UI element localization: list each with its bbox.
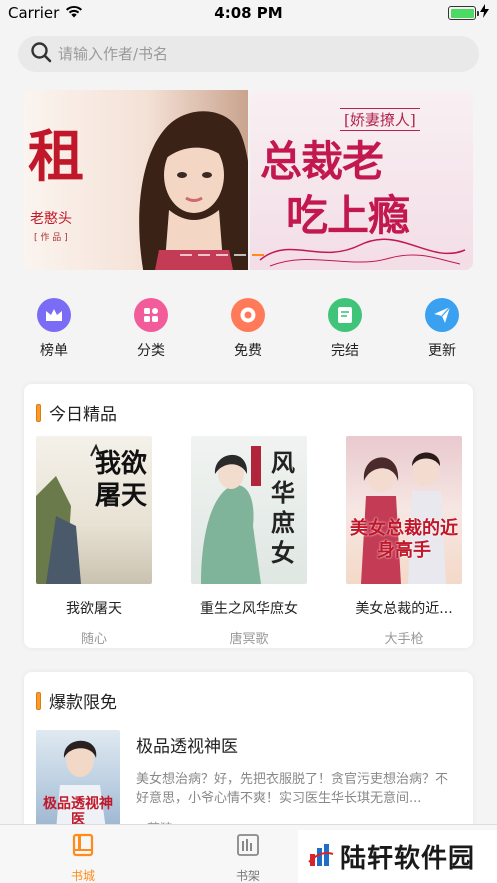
- book-author: 唐冥歌: [229, 632, 269, 647]
- tab-label: 书城: [70, 869, 95, 883]
- section-header: 爆款限免: [36, 688, 117, 713]
- book-title: 重生之风华庶女: [200, 601, 298, 617]
- book-description: 美女想治病？好，先把衣服脱了！贪官污吏想治病？不好意思，小爷心情不爽！实习医生华…: [136, 772, 449, 806]
- watermark: 陆轩软件园: [298, 830, 497, 883]
- carrier-label: Carrier: [8, 4, 60, 22]
- watermark-logo-icon: [308, 842, 334, 872]
- category-label: 免费: [234, 343, 262, 359]
- book-title: 美女总裁的近...: [355, 601, 453, 617]
- section-accent-bar: [36, 403, 41, 422]
- cover-2-title: 风华庶女: [271, 448, 295, 567]
- watermark-text: 陆轩软件园: [340, 844, 476, 874]
- banner-1-illustration: [139, 111, 248, 270]
- category-genres[interactable]: 分类: [121, 298, 181, 360]
- book-cover: 美女总裁的近身高手: [346, 436, 462, 584]
- status-bar: Carrier 4:08 PM: [0, 0, 497, 26]
- daily-picks-section: 今日精品 我欲屠天 我欲屠天 随心 风华庶女 重生之风华庶女 唐冥歌 美女总裁的…: [24, 384, 473, 648]
- banner-1-works: [ 作 品 ]: [34, 233, 68, 243]
- category-finished[interactable]: 完结: [315, 298, 375, 360]
- banner-1-author: 老憨头: [30, 211, 72, 227]
- page-dot: [234, 254, 246, 256]
- category-nav: 榜单 分类 免费 完结 更新: [0, 298, 497, 364]
- page-dot: [216, 254, 228, 256]
- bookshelf-icon: [236, 833, 260, 861]
- tab-bookshelf[interactable]: 书架: [208, 833, 288, 883]
- book-item[interactable]: 美女总裁的近身高手 美女总裁的近... 大手枪: [346, 436, 462, 647]
- coin-icon: [231, 298, 265, 332]
- category-label: 完结: [331, 343, 359, 359]
- banner-1-title: 租: [28, 124, 84, 190]
- category-updates[interactable]: 更新: [412, 298, 472, 360]
- battery-icon: [448, 6, 479, 20]
- section-accent-bar: [36, 691, 41, 710]
- banner-page-indicator: [180, 254, 264, 256]
- cover-3-title: 美女总裁的近身高手: [350, 518, 458, 561]
- wifi-icon: [65, 4, 83, 22]
- book-author: 随心: [80, 632, 107, 647]
- free-book-item[interactable]: 极品透视神医 极品透视神医 美女想治病？好，先把衣服脱了！贪官污吏想治病？不好意…: [36, 730, 461, 837]
- document-icon: [328, 298, 362, 332]
- category-free[interactable]: 免费: [218, 298, 278, 360]
- book-cover: 极品透视神医: [36, 730, 120, 830]
- category-label: 分类: [137, 343, 165, 359]
- search-input[interactable]: [58, 45, 438, 63]
- page-dot: [198, 254, 210, 256]
- send-icon: [425, 298, 459, 332]
- banner-slide-1[interactable]: 租 老憨头 [ 作 品 ]: [24, 90, 248, 270]
- tab-bookstore[interactable]: 书城: [43, 833, 123, 883]
- search-bar[interactable]: [18, 36, 479, 72]
- book-title: 我欲屠天: [66, 601, 122, 617]
- book-icon: [72, 833, 94, 861]
- crown-icon: [37, 298, 71, 332]
- book-item[interactable]: 我欲屠天 我欲屠天 随心: [36, 436, 152, 647]
- book-author: 大手枪: [384, 632, 424, 647]
- search-icon: [30, 41, 52, 67]
- tab-label: 书架: [235, 869, 260, 883]
- battery-level: [450, 8, 474, 18]
- cover-1-title: 我欲屠天: [94, 449, 147, 511]
- page-dot-active: [252, 254, 264, 256]
- category-label: 更新: [428, 343, 456, 359]
- section-title: 爆款限免: [49, 693, 117, 713]
- grid-icon: [134, 298, 168, 332]
- banner-slide-2[interactable]: [娇妻撩人] 总裁老 吃上瘾: [250, 90, 473, 270]
- category-label: 榜单: [40, 343, 68, 359]
- category-rankings[interactable]: 榜单: [24, 298, 84, 360]
- book-cover: 风华庶女: [191, 436, 307, 584]
- charging-icon: [480, 4, 489, 22]
- book-title: 极品透视神医: [136, 737, 238, 757]
- banner-2-title-line1: 总裁老: [260, 137, 384, 186]
- hot-free-section: 爆款限免 极品透视神医 极品透视神医 美女想治病？好，先把衣服脱了！贪官污吏想治…: [24, 672, 473, 837]
- page-dot: [180, 254, 192, 256]
- book-item[interactable]: 风华庶女 重生之风华庶女 唐冥歌: [191, 436, 307, 647]
- banner-2-decoration: [259, 238, 466, 267]
- section-title: 今日精品: [49, 405, 117, 425]
- section-header: 今日精品: [36, 400, 117, 425]
- book-cover: 我欲屠天: [36, 436, 152, 584]
- banner-carousel[interactable]: 租 老憨头 [ 作 品 ] [娇妻撩人] 总裁老 吃上瘾: [24, 90, 473, 270]
